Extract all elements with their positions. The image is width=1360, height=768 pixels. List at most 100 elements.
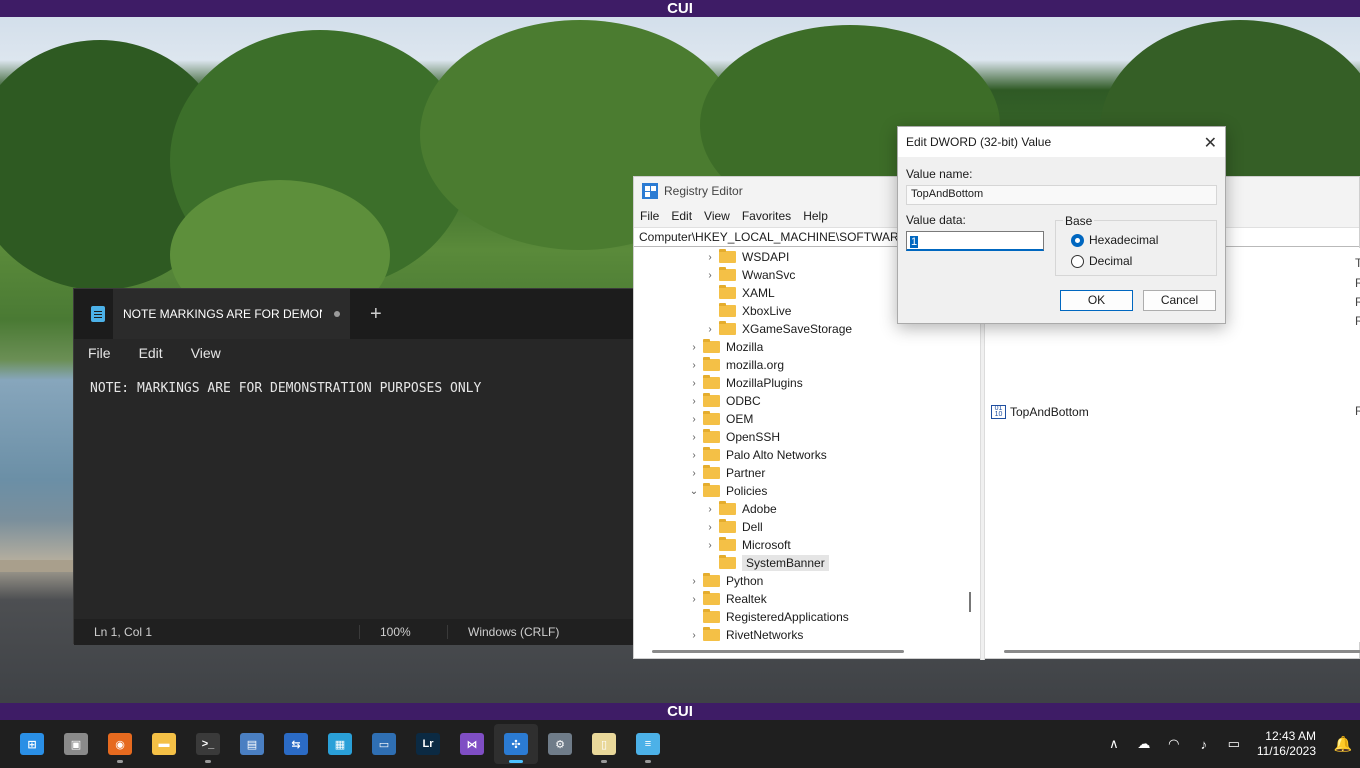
- expand-chevron-icon[interactable]: ›: [689, 468, 699, 479]
- tree-node[interactable]: ⌄ Policies: [634, 482, 964, 500]
- folder-icon: [719, 501, 736, 515]
- wifi-icon[interactable]: ◠: [1159, 736, 1189, 752]
- tree-node-label: RegisteredApplications: [726, 610, 849, 624]
- expand-chevron-icon[interactable]: ›: [689, 396, 699, 407]
- expand-chevron-icon[interactable]: ›: [689, 414, 699, 425]
- battery-icon[interactable]: ▭: [1219, 736, 1249, 752]
- tree-node[interactable]: › OpenSSH: [634, 428, 964, 446]
- expand-chevron-icon[interactable]: ›: [689, 450, 699, 461]
- show-hidden-icons-chevron-icon[interactable]: ∧: [1099, 736, 1129, 752]
- tree-node-label: Microsoft: [742, 538, 791, 552]
- remote-desktop-taskbar-button[interactable]: ▤: [230, 724, 274, 764]
- tree-node[interactable]: › Microsoft: [634, 536, 964, 554]
- notepad-menubar: File Edit View: [74, 339, 637, 367]
- tree-node[interactable]: › MozillaPlugins: [634, 374, 964, 392]
- onedrive-cloud-icon[interactable]: ☁: [1129, 736, 1159, 752]
- value-row[interactable]: 01 10 TopAndBottom: [991, 403, 1089, 421]
- tree-node-label: OEM: [726, 412, 754, 426]
- expand-chevron-icon[interactable]: ⌄: [689, 486, 699, 497]
- network-tool-taskbar-button[interactable]: ⇆: [274, 724, 318, 764]
- ok-button[interactable]: OK: [1060, 290, 1133, 311]
- terminal-taskbar-button[interactable]: >_: [186, 724, 230, 764]
- tree-node[interactable]: › Mozilla: [634, 338, 964, 356]
- tree-node[interactable]: SystemBanner: [634, 554, 964, 572]
- expand-chevron-icon[interactable]: ›: [689, 432, 699, 443]
- expand-chevron-icon[interactable]: ›: [705, 270, 715, 281]
- expand-chevron-icon[interactable]: ›: [705, 504, 715, 515]
- expand-chevron-icon[interactable]: ›: [689, 378, 699, 389]
- regedit-icon: [642, 183, 658, 199]
- notepad-tab[interactable]: NOTE MARKINGS ARE FOR DEMON: [113, 289, 350, 339]
- menu-favorites[interactable]: Favorites: [736, 209, 797, 223]
- values-hscroll[interactable]: [1004, 650, 1360, 653]
- radio-empty-icon: [1071, 254, 1084, 268]
- expand-chevron-icon[interactable]: ›: [705, 324, 715, 335]
- menu-view[interactable]: View: [698, 209, 736, 223]
- expand-chevron-icon[interactable]: ›: [705, 522, 715, 533]
- tree-node-label: ODBC: [726, 394, 761, 408]
- tree-hscroll[interactable]: [652, 650, 904, 653]
- tree-node[interactable]: › Realtek: [634, 590, 964, 608]
- menu-file[interactable]: File: [74, 345, 125, 361]
- tree-node-label: Dell: [742, 520, 763, 534]
- task-view-taskbar-button[interactable]: ▣: [54, 724, 98, 764]
- notification-bell-icon[interactable]: 🔔: [1326, 735, 1360, 753]
- folder-icon: [719, 267, 736, 281]
- expand-chevron-icon[interactable]: ›: [689, 630, 699, 641]
- expand-chevron-icon[interactable]: ›: [705, 540, 715, 551]
- folder-icon: [703, 609, 720, 623]
- clock-date: 11/16/2023: [1256, 744, 1316, 758]
- tab-title: NOTE MARKINGS ARE FOR DEMON: [123, 307, 322, 321]
- folder-icon: [703, 393, 720, 407]
- decimal-radio[interactable]: Decimal: [1071, 254, 1132, 268]
- start-taskbar-button[interactable]: ⊞: [10, 724, 54, 764]
- hexadecimal-radio[interactable]: Hexadecimal: [1071, 233, 1158, 247]
- menu-file[interactable]: File: [634, 209, 665, 223]
- value-name-field: TopAndBottom: [906, 185, 1217, 205]
- menu-edit[interactable]: Edit: [125, 345, 177, 361]
- value-data-field[interactable]: 1: [906, 231, 1044, 251]
- menu-help[interactable]: Help: [797, 209, 834, 223]
- new-tab-button[interactable]: +: [370, 303, 382, 326]
- firefox-taskbar-button[interactable]: ◉: [98, 724, 142, 764]
- expand-chevron-icon[interactable]: ›: [689, 576, 699, 587]
- expand-chevron-icon[interactable]: ›: [705, 252, 715, 263]
- text-editor[interactable]: NOTE: MARKINGS ARE FOR DEMONSTRATION PUR…: [74, 367, 637, 619]
- expand-chevron-icon[interactable]: ›: [689, 360, 699, 371]
- menu-view[interactable]: View: [177, 345, 235, 361]
- folder-icon: [703, 465, 720, 479]
- clock[interactable]: 12:43 AM 11/16/2023: [1249, 729, 1326, 759]
- cancel-button[interactable]: Cancel: [1143, 290, 1216, 311]
- tree-node[interactable]: › ODBC: [634, 392, 964, 410]
- notepad-taskbar-button[interactable]: ≡: [626, 724, 670, 764]
- tree-node[interactable]: › mozilla.org: [634, 356, 964, 374]
- lightroom-taskbar-button[interactable]: Lr: [406, 724, 450, 764]
- tree-scrollbar[interactable]: [969, 592, 971, 612]
- tree-node-label: XboxLive: [742, 304, 792, 318]
- notes-taskbar-button[interactable]: ▯: [582, 724, 626, 764]
- expand-chevron-icon[interactable]: ›: [689, 594, 699, 605]
- remote-desktop-icon: ▤: [240, 733, 264, 755]
- close-icon[interactable]: ✕: [1204, 133, 1217, 153]
- hexadecimal-label: Hexadecimal: [1089, 233, 1159, 247]
- type-column-header[interactable]: Ty: [1355, 256, 1360, 270]
- tree-node[interactable]: › RivetNetworks: [634, 626, 964, 642]
- tree-node[interactable]: › OEM: [634, 410, 964, 428]
- tree-node[interactable]: › Partner: [634, 464, 964, 482]
- settings-taskbar-button[interactable]: ⚙: [538, 724, 582, 764]
- menu-edit[interactable]: Edit: [665, 209, 698, 223]
- file-explorer-taskbar-button[interactable]: ▬: [142, 724, 186, 764]
- tree-node[interactable]: › Adobe: [634, 500, 964, 518]
- tree-node[interactable]: › Python: [634, 572, 964, 590]
- registry-editor-taskbar-button[interactable]: ✣: [494, 724, 538, 764]
- tree-node-label: WwanSvc: [742, 268, 796, 282]
- tree-node[interactable]: › Palo Alto Networks: [634, 446, 964, 464]
- tree-node[interactable]: › Dell: [634, 518, 964, 536]
- building-app-taskbar-button[interactable]: ▦: [318, 724, 362, 764]
- expand-chevron-icon[interactable]: ›: [689, 342, 699, 353]
- tree-node[interactable]: RegisteredApplications: [634, 608, 964, 626]
- visual-studio-taskbar-button[interactable]: ⋈: [450, 724, 494, 764]
- photos-taskbar-button[interactable]: ▭: [362, 724, 406, 764]
- base-label: Base: [1063, 214, 1095, 228]
- volume-icon[interactable]: ♪: [1189, 737, 1219, 752]
